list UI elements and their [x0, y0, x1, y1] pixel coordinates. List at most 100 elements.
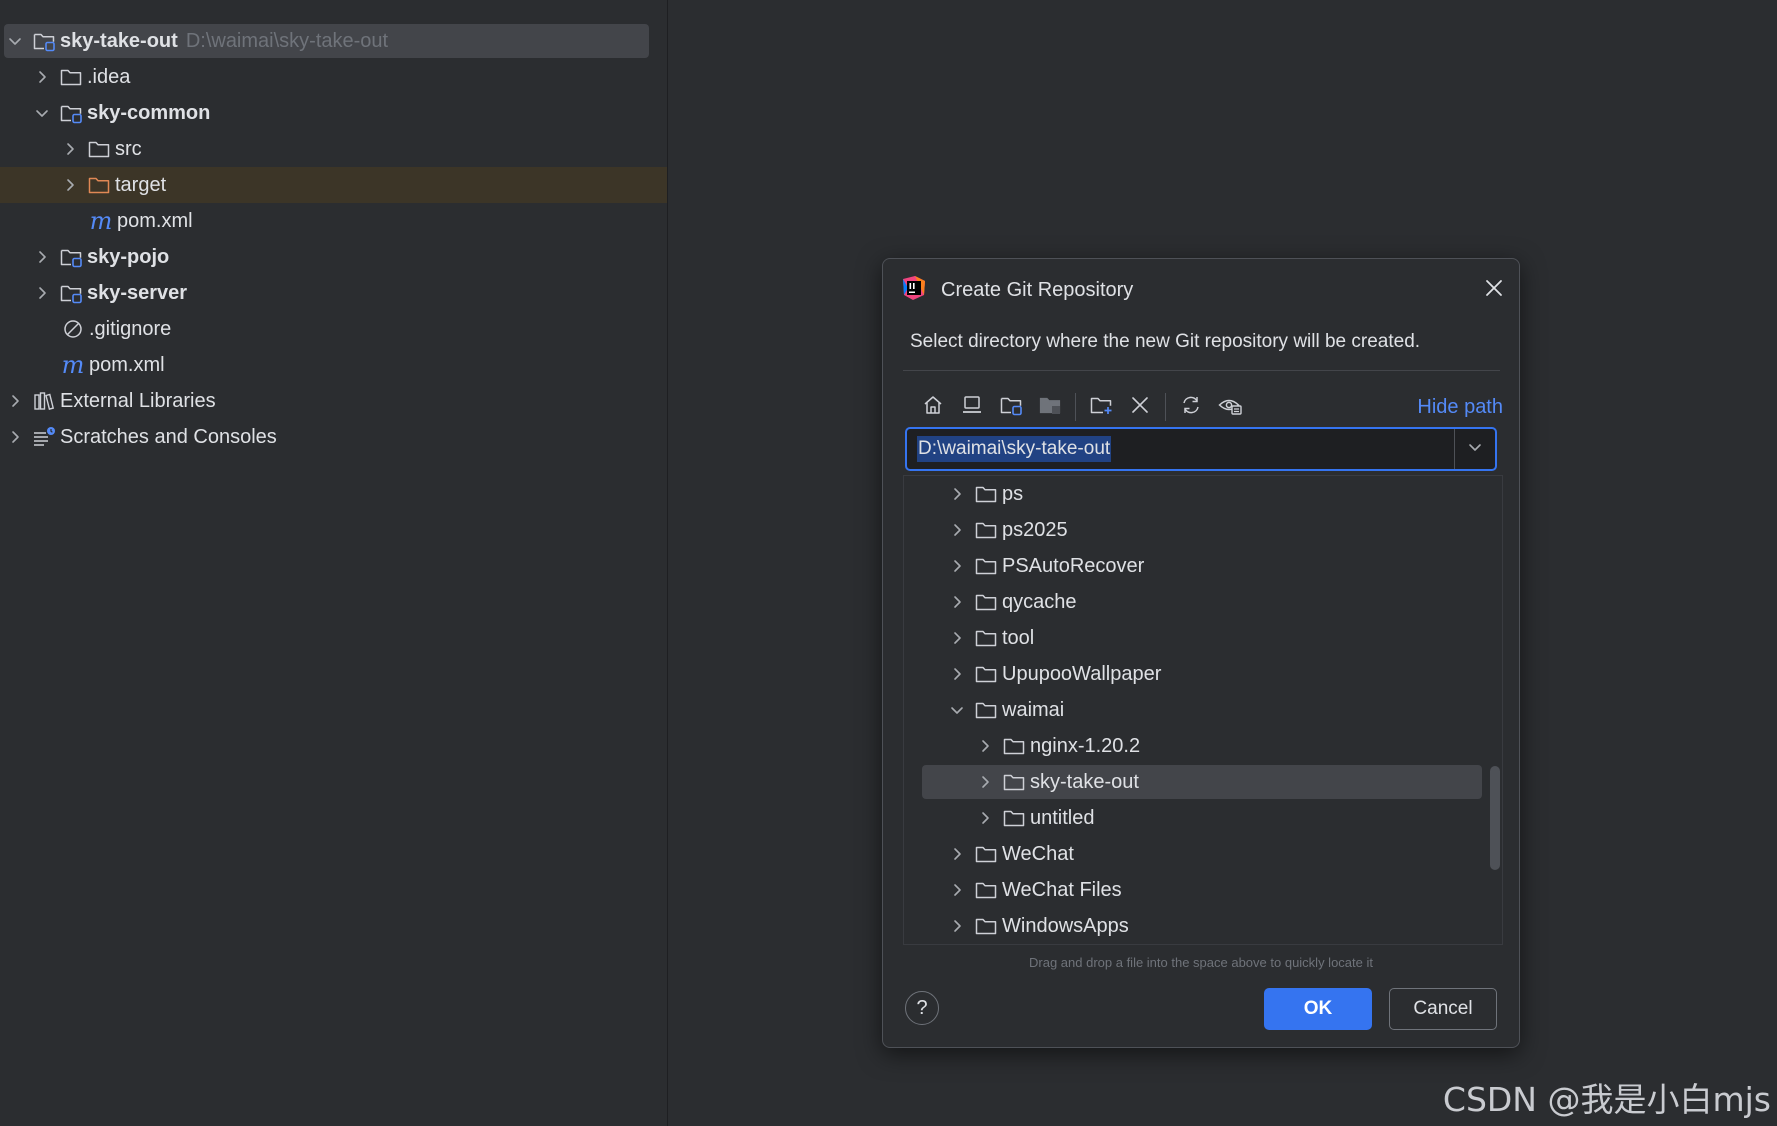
- tree-row-sky-server[interactable]: sky-server: [0, 275, 667, 311]
- dialog-description: Select directory where the new Git repos…: [910, 331, 1421, 352]
- folder-icon: [1002, 735, 1026, 757]
- chevron-right-icon[interactable]: [35, 250, 49, 264]
- chevron-right-icon[interactable]: [950, 595, 964, 609]
- show-hidden-button[interactable]: [1216, 393, 1244, 421]
- home-button[interactable]: [919, 393, 947, 421]
- tree-item-label: sky-pojo: [87, 245, 170, 268]
- tree-row-target[interactable]: target: [0, 167, 667, 203]
- chevron-right-icon[interactable]: [63, 178, 77, 192]
- chevron-right-icon[interactable]: [950, 631, 964, 645]
- delete-button[interactable]: [1126, 393, 1154, 421]
- tree-row-src[interactable]: src: [0, 131, 667, 167]
- chevron-right-icon[interactable]: [950, 883, 964, 897]
- new-folder-icon: [1089, 394, 1113, 421]
- dialog-title-bar: Create Git Repository: [901, 273, 1501, 307]
- tree-item-label: src: [115, 137, 142, 160]
- tree-item-label: nginx-1.20.2: [1030, 734, 1141, 757]
- tree-row-ps2025[interactable]: ps2025: [904, 512, 1502, 548]
- create-git-repository-dialog: Create Git Repository Select directory w…: [882, 258, 1520, 1048]
- chevron-down-icon[interactable]: [35, 106, 49, 120]
- chevron-right-icon[interactable]: [950, 487, 964, 501]
- chevron-right-icon[interactable]: [63, 142, 77, 156]
- folder-icon: [974, 663, 998, 685]
- tree-row-tool[interactable]: tool: [904, 620, 1502, 656]
- tree-row-external-libraries[interactable]: External Libraries: [0, 383, 667, 419]
- tree-item-label: sky-server: [87, 281, 188, 304]
- chevron-right-icon[interactable]: [950, 667, 964, 681]
- tree-row-scratches[interactable]: Scratches and Consoles: [0, 419, 667, 455]
- tree-item-label: qycache: [1002, 590, 1077, 613]
- tree-item-label: target: [115, 173, 167, 196]
- chevron-right-icon[interactable]: [978, 739, 992, 753]
- chevron-down-icon[interactable]: [8, 34, 22, 48]
- module-folder-icon: [1038, 394, 1062, 421]
- tree-row-qycache[interactable]: qycache: [904, 584, 1502, 620]
- drag-drop-hint: Drag and drop a file into the space abov…: [1029, 955, 1373, 970]
- tree-row-wechat[interactable]: WeChat: [904, 836, 1502, 872]
- chevron-right-icon[interactable]: [950, 523, 964, 537]
- tree-row-windowsapps[interactable]: WindowsApps: [904, 908, 1502, 944]
- path-input[interactable]: [917, 435, 1437, 463]
- desktop-button[interactable]: [958, 393, 986, 421]
- excluded-folder-icon: [87, 174, 111, 196]
- path-combobox[interactable]: D:\waimai\sky-take-out: [905, 427, 1497, 471]
- refresh-button[interactable]: [1177, 393, 1205, 421]
- folder-icon: [974, 699, 998, 721]
- chevron-right-icon[interactable]: [950, 559, 964, 573]
- chevron-right-icon[interactable]: [35, 286, 49, 300]
- directory-tree[interactable]: ps ps2025 PSAutoRecover qycache tool Upu…: [903, 475, 1503, 945]
- tree-item-label: .gitignore: [89, 317, 172, 340]
- tree-item-label: untitled: [1030, 806, 1095, 829]
- chevron-right-icon[interactable]: [978, 811, 992, 825]
- module-directory-button[interactable]: [1036, 393, 1064, 421]
- desktop-icon: [961, 394, 983, 421]
- tree-item-label: Scratches and Consoles: [60, 425, 277, 448]
- close-button[interactable]: [1483, 277, 1505, 299]
- tree-row-sky-pojo[interactable]: sky-pojo: [0, 239, 667, 275]
- chevron-right-icon[interactable]: [978, 775, 992, 789]
- close-icon: [1483, 280, 1505, 303]
- tree-row-nginx[interactable]: nginx-1.20.2: [904, 728, 1502, 764]
- tree-item-label: waimai: [1002, 698, 1065, 721]
- toolbar-separator: [1165, 393, 1166, 421]
- tree-item-label: .idea: [87, 65, 131, 88]
- watermark: CSDN @我是小白mjs: [1442, 1080, 1771, 1119]
- tree-row-waimai[interactable]: waimai: [904, 692, 1502, 728]
- tree-row-sky-take-out[interactable]: sky-take-out D:\waimai\sky-take-out: [0, 23, 667, 59]
- tree-scrollbar[interactable]: [1490, 766, 1500, 870]
- tree-row-psautorecover[interactable]: PSAutoRecover: [904, 548, 1502, 584]
- chevron-right-icon[interactable]: [8, 430, 22, 444]
- chevron-right-icon[interactable]: [8, 394, 22, 408]
- cancel-button[interactable]: Cancel: [1389, 988, 1497, 1030]
- library-icon: [32, 390, 56, 412]
- tree-row-sky-common[interactable]: sky-common: [0, 95, 667, 131]
- hide-path-link[interactable]: Hide path: [1417, 385, 1503, 429]
- folder-icon: [974, 627, 998, 649]
- home-icon: [922, 394, 944, 421]
- tree-row-upupoowallpaper[interactable]: UpupooWallpaper: [904, 656, 1502, 692]
- module-folder-icon: [59, 246, 83, 268]
- help-button[interactable]: ?: [905, 991, 939, 1025]
- tree-row-wechat-files[interactable]: WeChat Files: [904, 872, 1502, 908]
- path-history-dropdown[interactable]: [1454, 429, 1495, 469]
- chevron-right-icon[interactable]: [35, 70, 49, 84]
- ignore-file-icon: [61, 318, 85, 340]
- tree-item-label: WindowsApps: [1002, 914, 1129, 937]
- chevron-right-icon[interactable]: [950, 847, 964, 861]
- tree-row-untitled[interactable]: untitled: [904, 800, 1502, 836]
- divider: [903, 370, 1500, 371]
- tree-row-gitignore[interactable]: .gitignore: [0, 311, 667, 347]
- tree-item-label: WeChat: [1002, 842, 1074, 865]
- chevron-right-icon[interactable]: [950, 919, 964, 933]
- new-folder-button[interactable]: [1087, 393, 1115, 421]
- tree-row-sky-take-out[interactable]: sky-take-out: [904, 764, 1502, 800]
- folder-icon: [974, 519, 998, 541]
- chevron-down-icon[interactable]: [950, 703, 964, 717]
- tree-row-idea[interactable]: .idea: [0, 59, 667, 95]
- project-directory-button[interactable]: [997, 393, 1025, 421]
- tree-row-pom-xml[interactable]: m pom.xml: [0, 203, 667, 239]
- tree-row-ps[interactable]: ps: [904, 476, 1502, 512]
- ok-button[interactable]: OK: [1264, 988, 1372, 1030]
- folder-icon: [59, 66, 83, 88]
- tree-row-pom-xml[interactable]: m pom.xml: [0, 347, 667, 383]
